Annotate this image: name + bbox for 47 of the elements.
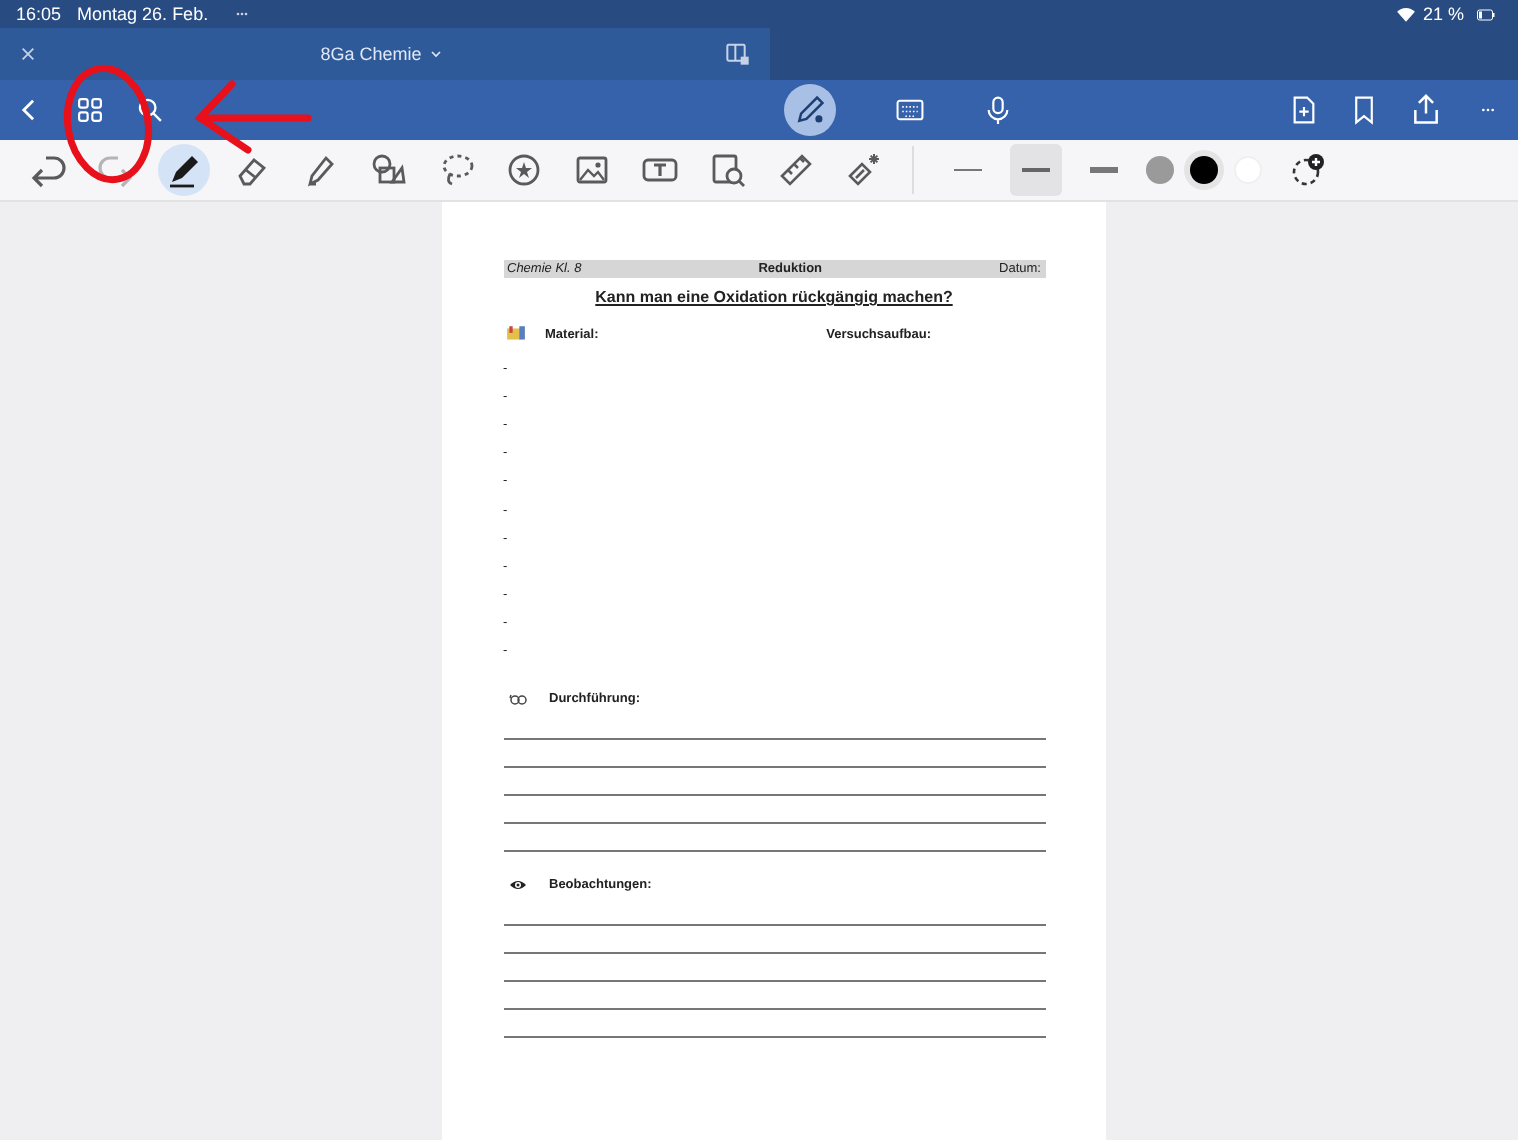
pen-color-swatch[interactable] bbox=[1190, 156, 1218, 184]
date: Montag 26. Feb. bbox=[77, 4, 209, 24]
pen-icon bbox=[793, 94, 825, 126]
line-stroke-icon bbox=[1086, 164, 1122, 176]
lasso-icon bbox=[438, 152, 474, 188]
handwriting-mode-button[interactable] bbox=[783, 84, 835, 136]
redo-icon bbox=[98, 152, 134, 188]
tab-title[interactable]: 8Ga Chemie bbox=[320, 44, 422, 64]
close-icon[interactable] bbox=[20, 46, 36, 62]
line-width-button[interactable] bbox=[1010, 144, 1062, 196]
undo-icon bbox=[30, 152, 66, 188]
pen-tool[interactable] bbox=[158, 144, 210, 196]
ruler-tool[interactable] bbox=[776, 150, 816, 190]
materials-icon bbox=[503, 324, 527, 344]
keyboard-icon[interactable] bbox=[891, 96, 927, 124]
pen-color-swatch[interactable] bbox=[1146, 156, 1174, 184]
image-icon bbox=[574, 152, 610, 188]
share-icon[interactable] bbox=[1410, 94, 1442, 126]
highlighter-icon bbox=[302, 152, 338, 188]
star-sticker-tool[interactable] bbox=[504, 150, 544, 190]
split-view-icon[interactable] bbox=[726, 42, 750, 66]
worksheet-title: Kann man eine Oxidation rückgängig machen? bbox=[593, 288, 955, 306]
microphone-icon[interactable] bbox=[983, 94, 1011, 126]
add-page-icon[interactable] bbox=[1290, 94, 1318, 126]
line-stroke-icon bbox=[1018, 164, 1054, 176]
pen-icon bbox=[166, 152, 202, 188]
bookmark-icon[interactable] bbox=[1350, 94, 1378, 126]
search-icon[interactable] bbox=[136, 96, 164, 124]
magic-pen-tool[interactable] bbox=[844, 150, 884, 190]
line-stroke-icon bbox=[950, 164, 986, 176]
magic-pen-icon bbox=[846, 152, 882, 188]
document-tab[interactable]: 8Ga Chemie bbox=[0, 28, 770, 80]
time: 16:05 bbox=[16, 4, 62, 24]
scan-icon bbox=[710, 152, 746, 188]
grid-view-icon[interactable] bbox=[76, 96, 104, 124]
chevron-down-icon[interactable] bbox=[429, 48, 442, 60]
eraser-icon bbox=[234, 152, 270, 188]
add-color-icon[interactable] bbox=[1290, 152, 1326, 188]
shapes-icon bbox=[370, 152, 406, 188]
ruler-icon bbox=[778, 152, 814, 188]
undo-tool[interactable] bbox=[28, 150, 68, 190]
scan-tool[interactable] bbox=[708, 150, 748, 190]
annotation-circle bbox=[63, 64, 153, 184]
goggles-icon bbox=[503, 690, 531, 709]
battery-percentage: 21 % bbox=[1422, 4, 1464, 24]
star-sticker-icon bbox=[506, 152, 542, 188]
wifi-icon bbox=[1396, 4, 1417, 24]
